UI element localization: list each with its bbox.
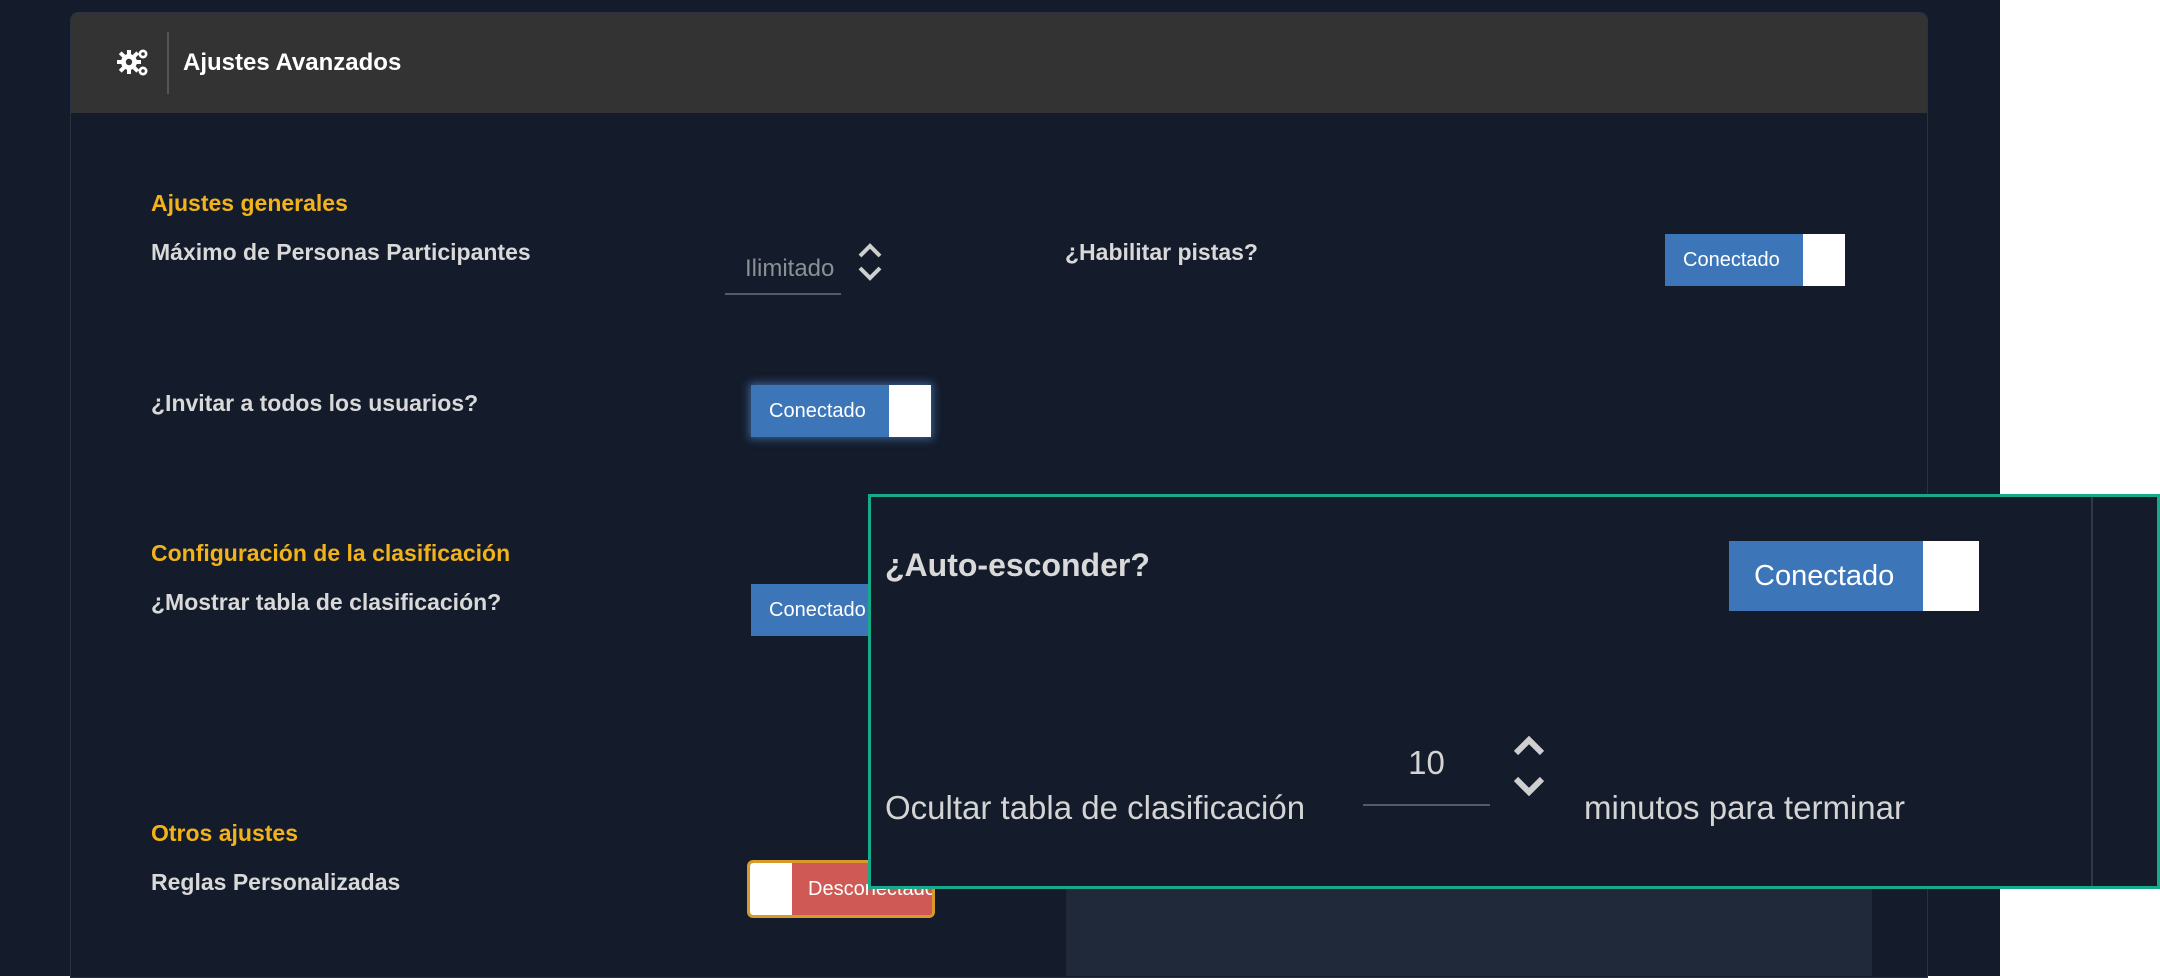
panel-header: Ajustes Avanzados [71,13,1927,113]
hide-leaderboard-suffix: minutos para terminar [1584,789,1905,826]
max-participants-stepper[interactable] [855,240,885,284]
show-leaderboard-label: ¿Mostrar tabla de clasificación? [151,589,502,615]
chevron-down-icon[interactable] [855,262,885,284]
max-participants-input[interactable]: Ilimitado [725,245,841,295]
toggle-knob [1923,541,1979,611]
section-title-general: Ajustes generales [151,190,348,216]
toggle-knob [750,863,792,915]
header-divider [167,32,169,94]
hide-minutes-stepper[interactable] [1511,733,1547,799]
toggle-knob [1803,234,1845,286]
auto-hide-label: ¿Auto-esconder? [885,547,1150,583]
chevron-down-icon[interactable] [1511,773,1547,799]
chevron-up-icon[interactable] [855,240,885,262]
chevron-up-icon[interactable] [1511,733,1547,759]
auto-hide-toggle[interactable]: Conectado [1729,541,1979,611]
enable-hints-label: ¿Habilitar pistas? [1065,239,1258,265]
page-title: Ajustes Avanzados [183,49,402,76]
hide-minutes-input[interactable]: 10 [1363,732,1490,806]
toggle-knob [889,385,931,437]
toggle-on-label: Conectado [751,385,889,437]
toggle-on-label: Conectado [1665,234,1803,286]
gears-icon [115,45,151,81]
custom-rules-label: Reglas Personalizadas [151,869,401,895]
zoom-inset: ¿Auto-esconder? Conectado Ocultar tabla … [868,494,2160,889]
hide-leaderboard-prefix: Ocultar tabla de clasificación [885,789,1306,826]
section-title-leaderboard: Configuración de la clasificación [151,540,511,566]
section-title-other: Otros ajustes [151,820,298,846]
zoom-divider [2091,497,2093,886]
invite-all-toggle[interactable]: Conectado [751,385,931,437]
custom-rules-textarea[interactable] [1066,880,1872,976]
enable-hints-toggle[interactable]: Conectado [1665,234,1845,286]
max-participants-label: Máximo de Personas Participantes [151,239,531,265]
invite-all-label: ¿Invitar a todos los usuarios? [151,390,479,416]
toggle-on-label: Conectado [1729,541,1923,611]
